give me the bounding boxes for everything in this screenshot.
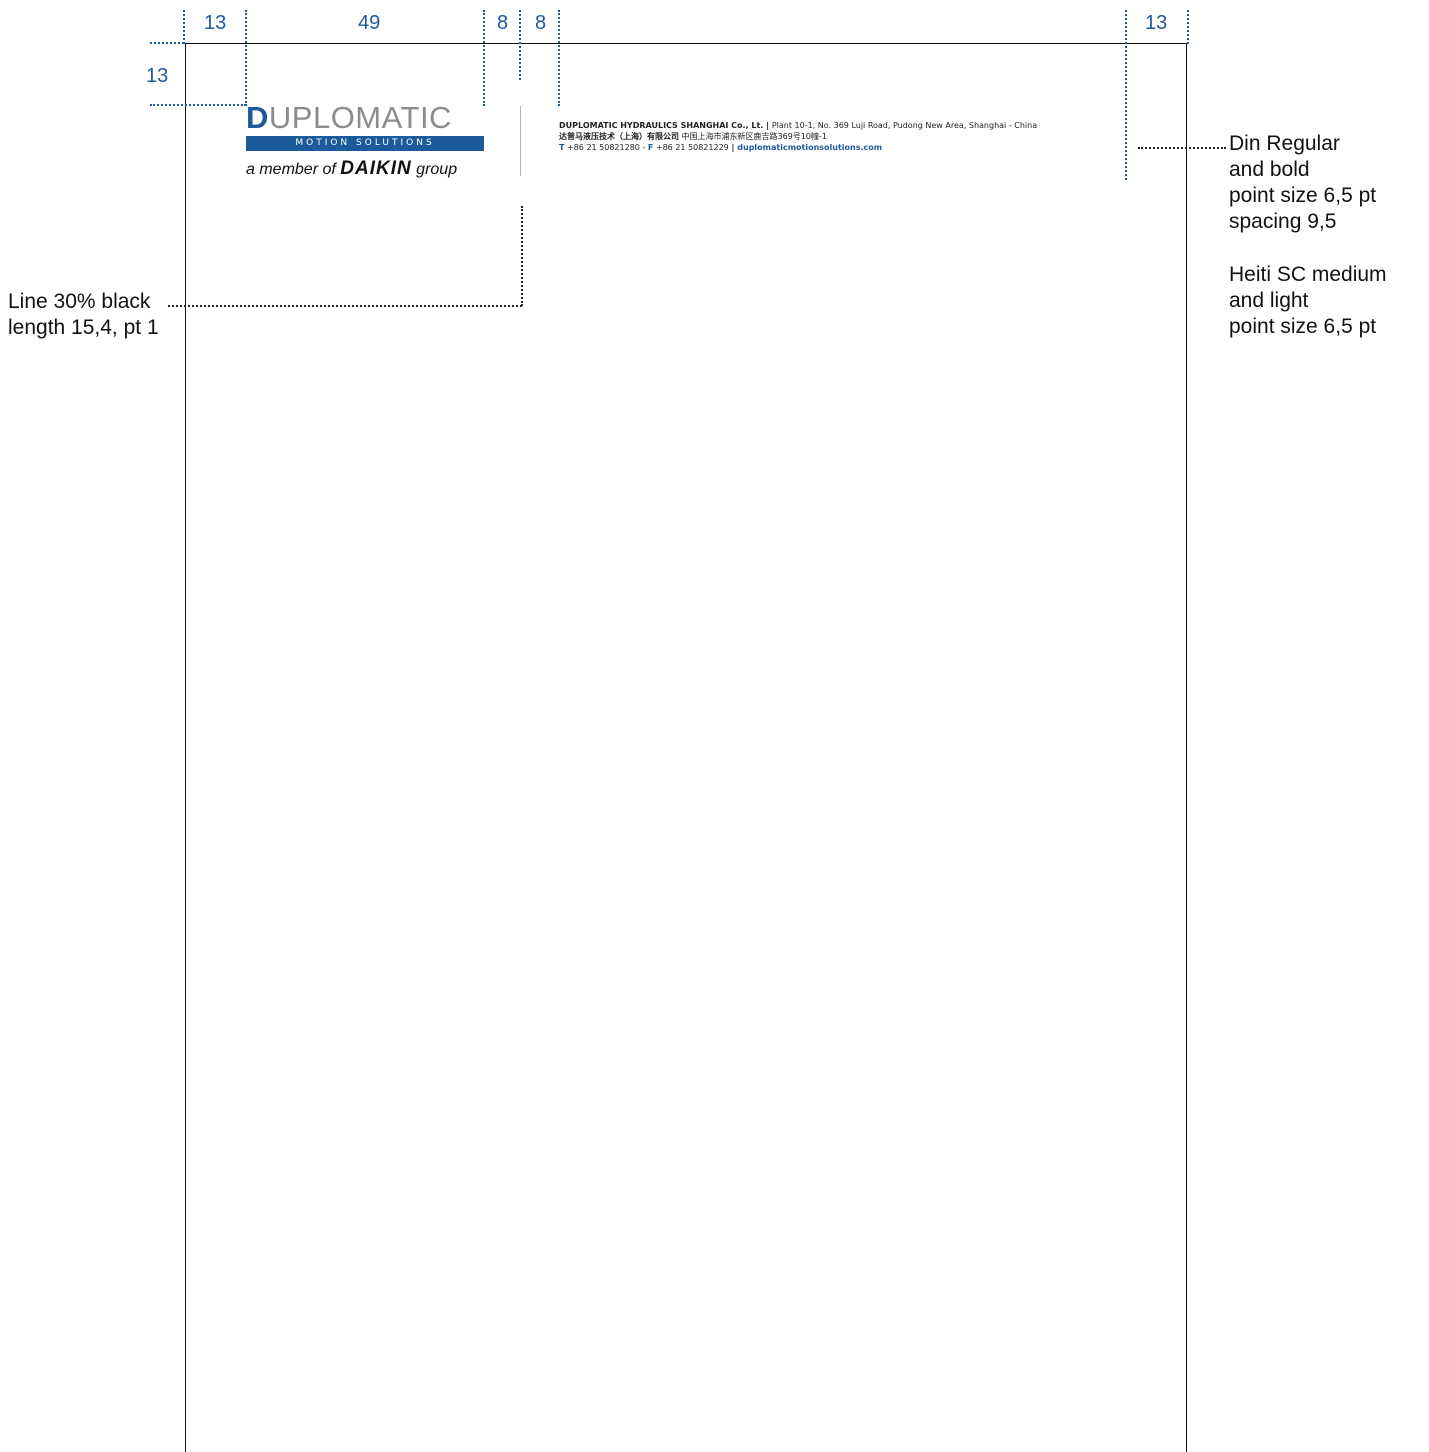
address-line-1: DUPLOMATIC HYDRAULICS SHANGHAI Co., Lt. … (559, 120, 1037, 131)
font-spec-6: and light (1229, 289, 1309, 312)
guide-text-right (1125, 10, 1127, 180)
logo-wordmark-rest: UPLOMATIC (268, 104, 452, 132)
logo-member-line: a member of DAIKIN group (246, 159, 484, 180)
website-separator: | (728, 143, 738, 152)
website-link[interactable]: duplomaticmotionsolutions.com (737, 143, 882, 152)
guide-top-edge (150, 42, 184, 44)
dim-left-margin: 13 (204, 12, 227, 34)
logo-mark-d-icon: D (246, 104, 269, 132)
font-spec-2: and bold (1229, 158, 1310, 181)
logo-member-suffix: group (416, 161, 458, 178)
dim-top-margin: 13 (146, 65, 169, 87)
page-right-edge (1186, 43, 1187, 1452)
guide-logo-right (483, 10, 485, 106)
guide-logo-top (150, 104, 246, 106)
font-spec-1: Din Regular (1229, 132, 1340, 155)
line-spec-2: length 15,4, pt 1 (8, 316, 159, 339)
font-spec-note: Din Regular and bold point size 6,5 pt s… (1229, 131, 1424, 340)
address-line-3: T +86 21 50821280 - F +86 21 50821229 | … (559, 142, 1037, 153)
font-spec-7: point size 6,5 pt (1229, 315, 1377, 338)
line-spec-note: Line 30% black length 15,4, pt 1 (8, 289, 178, 341)
company-name: DUPLOMATIC HYDRAULICS SHANGHAI Co., Lt. (559, 121, 764, 130)
phone-number: +86 21 50821280 (567, 143, 640, 152)
guide-logo-left (245, 10, 247, 106)
guide-page-left (183, 10, 185, 44)
dim-gap-after-rule: 8 (535, 12, 547, 34)
line-spec-1: Line 30% black (8, 290, 151, 313)
logo-member-prefix: a member of (246, 161, 336, 178)
fax-label: F (647, 143, 654, 152)
page-top-edge (185, 43, 1187, 44)
company-street: Plant 10-1, No. 369 Luji Road, Pudong Ne… (771, 121, 1038, 130)
logo-wordmark: DUPLOMATIC (246, 104, 484, 132)
fax-number: +86 21 50821229 (655, 143, 729, 152)
logo: DUPLOMATIC MOTION SOLUTIONS a member of … (246, 104, 484, 180)
contact-dash: - (639, 143, 648, 152)
address-separator: | (763, 121, 772, 130)
phone-label: T (559, 143, 565, 152)
dim-gap-before-rule: 8 (497, 12, 509, 34)
page-left-edge (185, 43, 186, 1452)
leader-line-rule-horizontal (168, 305, 522, 307)
font-spec-gap (1229, 235, 1424, 262)
dim-right-margin: 13 (1145, 12, 1168, 34)
font-spec-3: point size 6,5 pt (1229, 184, 1377, 207)
font-spec-4: spacing 9,5 (1229, 210, 1337, 233)
leader-line-font-spec (1138, 147, 1226, 149)
guide-page-right (1187, 10, 1189, 44)
separator-rule (520, 106, 521, 176)
leader-line-rule-vertical (521, 206, 523, 306)
font-spec-5: Heiti SC medium (1229, 263, 1387, 286)
address-block: DUPLOMATIC HYDRAULICS SHANGHAI Co., Lt. … (559, 120, 1037, 153)
dim-logo-width: 49 (358, 12, 381, 34)
company-street-cn: 中国上海市浦东新区鹿吉路369号10幢-1 (681, 132, 827, 141)
address-line-2: 达普马液压技术（上海）有限公司 中国上海市浦东新区鹿吉路369号10幢-1 (559, 131, 1037, 142)
logo-daikin-brand: DAIKIN (340, 158, 412, 179)
guide-rule (519, 10, 521, 80)
company-name-cn: 达普马液压技术（上海）有限公司 (559, 132, 679, 141)
guide-text-left (558, 10, 560, 106)
logo-subline-bar: MOTION SOLUTIONS (246, 136, 484, 151)
